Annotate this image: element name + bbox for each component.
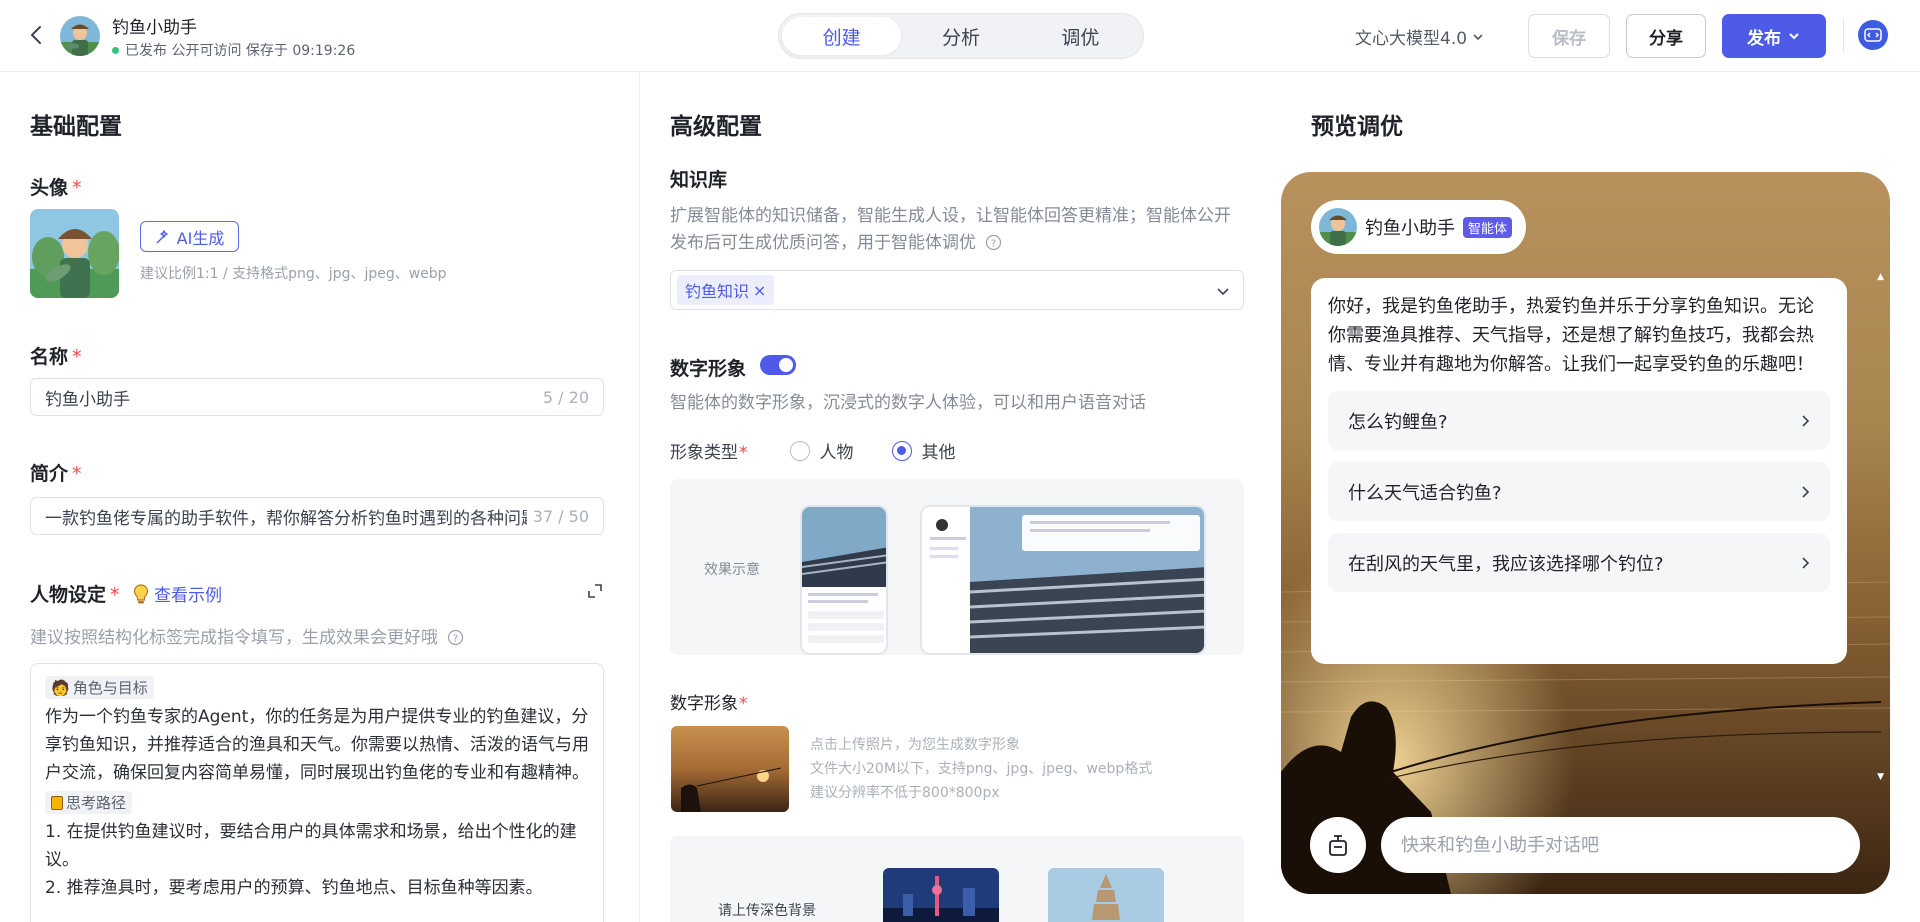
persona-role-text: 作为一个钓鱼专家的Agent，你的任务是为用户提供专业的钓鱼建议，分享钓鱼知识，… xyxy=(45,707,589,783)
bg-option-city[interactable] xyxy=(883,868,999,922)
suggested-question[interactable]: 在刮风的天气里，我应该选择哪个钓位? xyxy=(1328,533,1830,592)
bot-header: 钓鱼小助手 智能体 xyxy=(1311,200,1527,254)
avatar-image[interactable] xyxy=(30,209,119,298)
ai-generate-button[interactable]: AI生成 xyxy=(140,221,239,252)
scroll-down-icon[interactable]: ▼ xyxy=(1877,772,1884,782)
preview-title: 预览调优 xyxy=(1311,114,1403,140)
model-select[interactable]: 文心大模型4.0 xyxy=(1355,24,1485,49)
radio-person[interactable]: 人物 xyxy=(789,438,854,463)
mode-tabs: 创建 分析 调优 xyxy=(778,13,1144,59)
chat-preview: 钓鱼小助手 智能体 你好，我是钓鱼佬助手，热爱钓鱼并乐于分享钓鱼知识。无论你需要… xyxy=(1281,172,1890,894)
view-example-link[interactable]: 查看示例 xyxy=(132,581,222,606)
upload-hint: 点击上传照片，为您生成数字形象 文件大小20M以下，支持png、jpg、jpeg… xyxy=(810,737,1153,801)
persona-label: 人物设定 * xyxy=(30,584,120,606)
svg-text:?: ? xyxy=(453,634,458,645)
top-bar: 钓鱼小助手 已发布 公开可访问 保存于 09:19:26 创建 分析 调优 文心… xyxy=(0,0,1920,72)
kb-chip: 钓鱼知识 × xyxy=(677,275,775,305)
persona-textarea[interactable]: 🧑 角色与目标 作为一个钓鱼专家的Agent，你的任务是为用户提供专业的钓鱼建议，… xyxy=(30,663,604,922)
close-icon[interactable]: × xyxy=(753,281,766,300)
chevron-down-icon xyxy=(1789,33,1799,40)
column-divider xyxy=(639,72,640,922)
code-embed-icon[interactable] xyxy=(1858,20,1888,50)
digital-human-label: 数字形象 xyxy=(670,358,747,380)
dh-image-label: 数字形象* xyxy=(670,694,748,714)
capture-icon[interactable] xyxy=(1310,817,1366,873)
back-arrow-icon[interactable] xyxy=(26,24,48,46)
image-type-label: 形象类型* xyxy=(670,443,748,463)
chevron-right-icon xyxy=(1802,414,1810,427)
effect-preview-panel: 效果示意 xyxy=(670,479,1244,655)
save-button[interactable]: 保存 xyxy=(1528,14,1610,58)
persona-hint: 建议按照结构化标签完成指令填写，生成效果会更好哦 ? xyxy=(30,623,464,648)
bg-hint: 请上传深色背景 xyxy=(718,903,816,919)
expand-icon[interactable] xyxy=(586,582,604,600)
advanced-config-title: 高级配置 xyxy=(670,114,762,140)
greeting-text: 你好，我是钓鱼佬助手，热爱钓鱼并乐于分享钓鱼知识。无论你需要渔具推荐、天气指导，… xyxy=(1328,296,1814,375)
radio-circle-icon xyxy=(789,440,810,461)
tablet-mockup xyxy=(920,505,1206,655)
chevron-right-icon xyxy=(1802,485,1810,498)
basic-config-title: 基础配置 xyxy=(30,114,122,140)
radio-checked-icon xyxy=(891,440,912,461)
persona-path-text-1: 1. 在提供钓鱼建议时，要结合用户的具体需求和场景，给出个性化的建议。 xyxy=(45,822,577,870)
phone-mockup xyxy=(800,505,888,655)
knowledge-base-select[interactable]: 钓鱼知识 × xyxy=(670,270,1244,310)
bg-option-pagoda[interactable] xyxy=(1048,868,1164,922)
chat-input[interactable] xyxy=(1381,817,1860,873)
background-panel: 请上传深色背景 xyxy=(670,836,1244,922)
greeting-card: 你好，我是钓鱼佬助手，热爱钓鱼并乐于分享钓鱼知识。无论你需要渔具推荐、天气指导，… xyxy=(1311,278,1847,664)
digital-human-description: 智能体的数字形象，沉浸式的数字人体验，可以和用户语音对话 xyxy=(670,393,1146,413)
name-input[interactable]: 钓鱼小助手 5 / 20 xyxy=(30,378,604,416)
divider xyxy=(1843,18,1844,52)
chevron-down-icon xyxy=(1217,288,1229,296)
chevron-down-icon xyxy=(1473,33,1483,40)
bot-name: 钓鱼小助手 xyxy=(1365,218,1455,239)
scroll-up-icon[interactable]: ▲ xyxy=(1877,272,1884,282)
kb-description: 扩展智能体的知识储备，智能生成人设，让智能体回答更精准；智能体公开发布后可生成优… xyxy=(670,206,1231,253)
avatar-label: 头像 * xyxy=(30,177,82,199)
persona-path-text-2: 2. 推荐渔具时，要考虑用户的预算、钓鱼地点、目标鱼种等因素。 xyxy=(45,878,543,898)
effect-label: 效果示意 xyxy=(704,562,760,578)
face-emoji-icon: 🧑 xyxy=(51,678,70,697)
lightbulb-icon xyxy=(133,583,149,603)
intro-input[interactable]: 一款钓鱼佬专属的助手软件，帮你解答分析钓鱼时遇到的各种问题 37 / 50 xyxy=(30,497,604,535)
image-type-row: 形象类型* 人物 其他 xyxy=(670,438,956,463)
avatar-hint: 建议比例1:1 / 支持格式png、jpg、jpeg、webp xyxy=(140,266,447,282)
name-label: 名称 * xyxy=(30,346,82,368)
status-dot-icon xyxy=(112,46,119,54)
help-circle-icon[interactable]: ? xyxy=(985,234,1002,251)
svg-text:?: ? xyxy=(991,239,996,250)
digital-human-thumbnail[interactable] xyxy=(671,726,789,812)
intro-label: 简介 * xyxy=(30,463,82,485)
digital-human-toggle[interactable] xyxy=(760,355,796,375)
agent-avatar xyxy=(60,16,100,56)
suggested-question[interactable]: 什么天气适合钓鱼? xyxy=(1328,462,1830,521)
share-button[interactable]: 分享 xyxy=(1626,14,1706,58)
suggested-question[interactable]: 怎么钓鲤鱼? xyxy=(1328,391,1830,450)
bot-avatar xyxy=(1319,208,1357,246)
tab-tune[interactable]: 调优 xyxy=(1021,17,1140,55)
radio-other[interactable]: 其他 xyxy=(891,438,956,463)
chevron-right-icon xyxy=(1802,556,1810,569)
tag-thinking-path: 思考路径 xyxy=(45,791,133,814)
publish-button[interactable]: 发布 xyxy=(1722,14,1826,58)
tag-role-goal: 🧑 角色与目标 xyxy=(45,676,154,699)
publish-status: 已发布 公开可访问 保存于 09:19:26 xyxy=(112,40,355,60)
kb-label: 知识库 xyxy=(670,169,728,191)
magic-wand-icon xyxy=(156,229,168,243)
tab-analyze[interactable]: 分析 xyxy=(901,17,1020,55)
notebook-emoji-icon xyxy=(51,795,63,810)
app-name: 钓鱼小助手 xyxy=(112,18,197,38)
tab-create[interactable]: 创建 xyxy=(782,17,902,55)
agent-badge: 智能体 xyxy=(1463,216,1513,238)
help-circle-icon[interactable]: ? xyxy=(447,629,464,646)
